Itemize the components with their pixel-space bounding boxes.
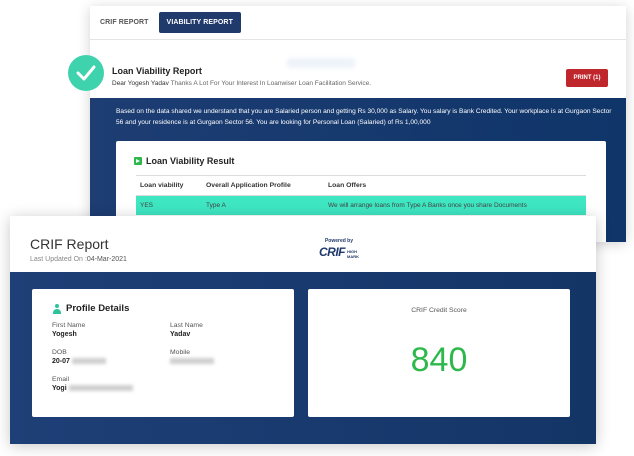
credit-score-value: 840 bbox=[410, 341, 468, 379]
viability-title: Loan Viability Report bbox=[112, 66, 202, 76]
profile-details-heading: Profile Details bbox=[52, 303, 129, 314]
logo-powered-by: Powered by bbox=[324, 238, 354, 244]
check-mark-icon bbox=[76, 65, 96, 81]
crif-band: Profile Details First Name Yogesh Last N… bbox=[10, 272, 596, 444]
table-header-row: Loan viability Overall Application Profi… bbox=[136, 175, 586, 196]
viability-greeting: Dear Yogesh Yadav Thanks A Lot For Your … bbox=[112, 80, 371, 87]
crif-last-updated: Last Updated On :04-Mar-2021 bbox=[30, 256, 127, 263]
crif-title: CRIF Report bbox=[30, 236, 109, 252]
column-header-application-profile: Overall Application Profile bbox=[202, 175, 324, 196]
stage: CRIF REPORT VIABILITY REPORT Loan Viabil… bbox=[0, 0, 634, 456]
email-label: Email bbox=[52, 376, 69, 383]
greeting-name: Dear Yogesh Yadav bbox=[112, 80, 169, 87]
report-tabs: CRIF REPORT VIABILITY REPORT bbox=[90, 6, 626, 40]
tab-crif-report[interactable]: CRIF REPORT bbox=[94, 13, 155, 32]
blurred-mobile bbox=[170, 358, 214, 365]
print-button[interactable]: PRINT (1) bbox=[566, 69, 608, 87]
logo-crif-text: CRIF bbox=[319, 245, 346, 259]
column-header-loan-viability: Loan viability bbox=[136, 175, 202, 196]
email-value-row: Yogi bbox=[52, 385, 133, 392]
credit-score-label: CRIF Credit Score bbox=[411, 307, 467, 314]
crif-logo: Powered by CRIF HIGH MARK bbox=[306, 238, 372, 262]
blurred-email bbox=[68, 385, 133, 392]
crif-report-card: CRIF Report Last Updated On :04-Mar-2021… bbox=[10, 216, 596, 444]
email-value: Yogi bbox=[52, 385, 67, 392]
cell-application-profile: Type A bbox=[202, 195, 324, 215]
last-name-field: Last Name Yadav bbox=[170, 322, 203, 338]
last-name-value: Yadav bbox=[170, 331, 191, 338]
first-name-field: First Name Yogesh bbox=[52, 322, 85, 338]
cell-loan-offers: We will arrange loans from Type A Banks … bbox=[324, 195, 586, 215]
viability-result-title: Loan Viability Result bbox=[146, 156, 235, 166]
table-row: YES Type A We will arrange loans from Ty… bbox=[136, 195, 586, 215]
credit-score-card: CRIF Credit Score 840 bbox=[308, 289, 570, 417]
viability-table: Loan viability Overall Application Profi… bbox=[136, 175, 586, 215]
viability-header: Loan Viability Report Dear Yogesh Yadav … bbox=[112, 66, 371, 87]
user-icon bbox=[52, 303, 62, 314]
email-field: Email Yogi bbox=[52, 376, 133, 392]
mobile-value-row bbox=[170, 358, 214, 365]
dob-field: DOB 20-07 bbox=[52, 349, 106, 365]
viability-report-card: CRIF REPORT VIABILITY REPORT Loan Viabil… bbox=[90, 6, 626, 242]
column-header-loan-offers: Loan Offers bbox=[324, 175, 586, 196]
greeting-text: Thanks A Lot For Your Interest In Loanwi… bbox=[168, 80, 372, 87]
viability-summary-text: Based on the data shared we understand t… bbox=[116, 108, 612, 126]
viability-result-heading: Loan Viability Result bbox=[134, 156, 234, 166]
logo-mark: CRIF HIGH MARK bbox=[306, 245, 372, 259]
tab-viability-report[interactable]: VIABILITY REPORT bbox=[158, 12, 241, 33]
first-name-value: Yogesh bbox=[52, 331, 77, 338]
check-icon bbox=[68, 55, 104, 91]
cell-loan-viability: YES bbox=[136, 195, 202, 215]
play-flag-icon bbox=[134, 157, 142, 165]
mobile-field: Mobile bbox=[170, 349, 214, 365]
logo-highmark: HIGH MARK bbox=[347, 249, 359, 259]
first-name-label: First Name bbox=[52, 322, 86, 329]
mobile-label: Mobile bbox=[170, 349, 191, 356]
last-updated-label: Last Updated On : bbox=[30, 256, 87, 263]
dob-value: 20-07 bbox=[52, 358, 70, 365]
last-updated-value: 04-Mar-2021 bbox=[86, 256, 127, 263]
dob-label: DOB bbox=[52, 349, 67, 356]
dob-value-row: 20-07 bbox=[52, 358, 106, 365]
last-name-label: Last Name bbox=[170, 322, 203, 329]
profile-details-card: Profile Details First Name Yogesh Last N… bbox=[32, 289, 294, 417]
blurred-dob bbox=[71, 358, 106, 365]
logo-mark-text: MARK bbox=[347, 254, 359, 259]
profile-details-title: Profile Details bbox=[66, 303, 130, 314]
